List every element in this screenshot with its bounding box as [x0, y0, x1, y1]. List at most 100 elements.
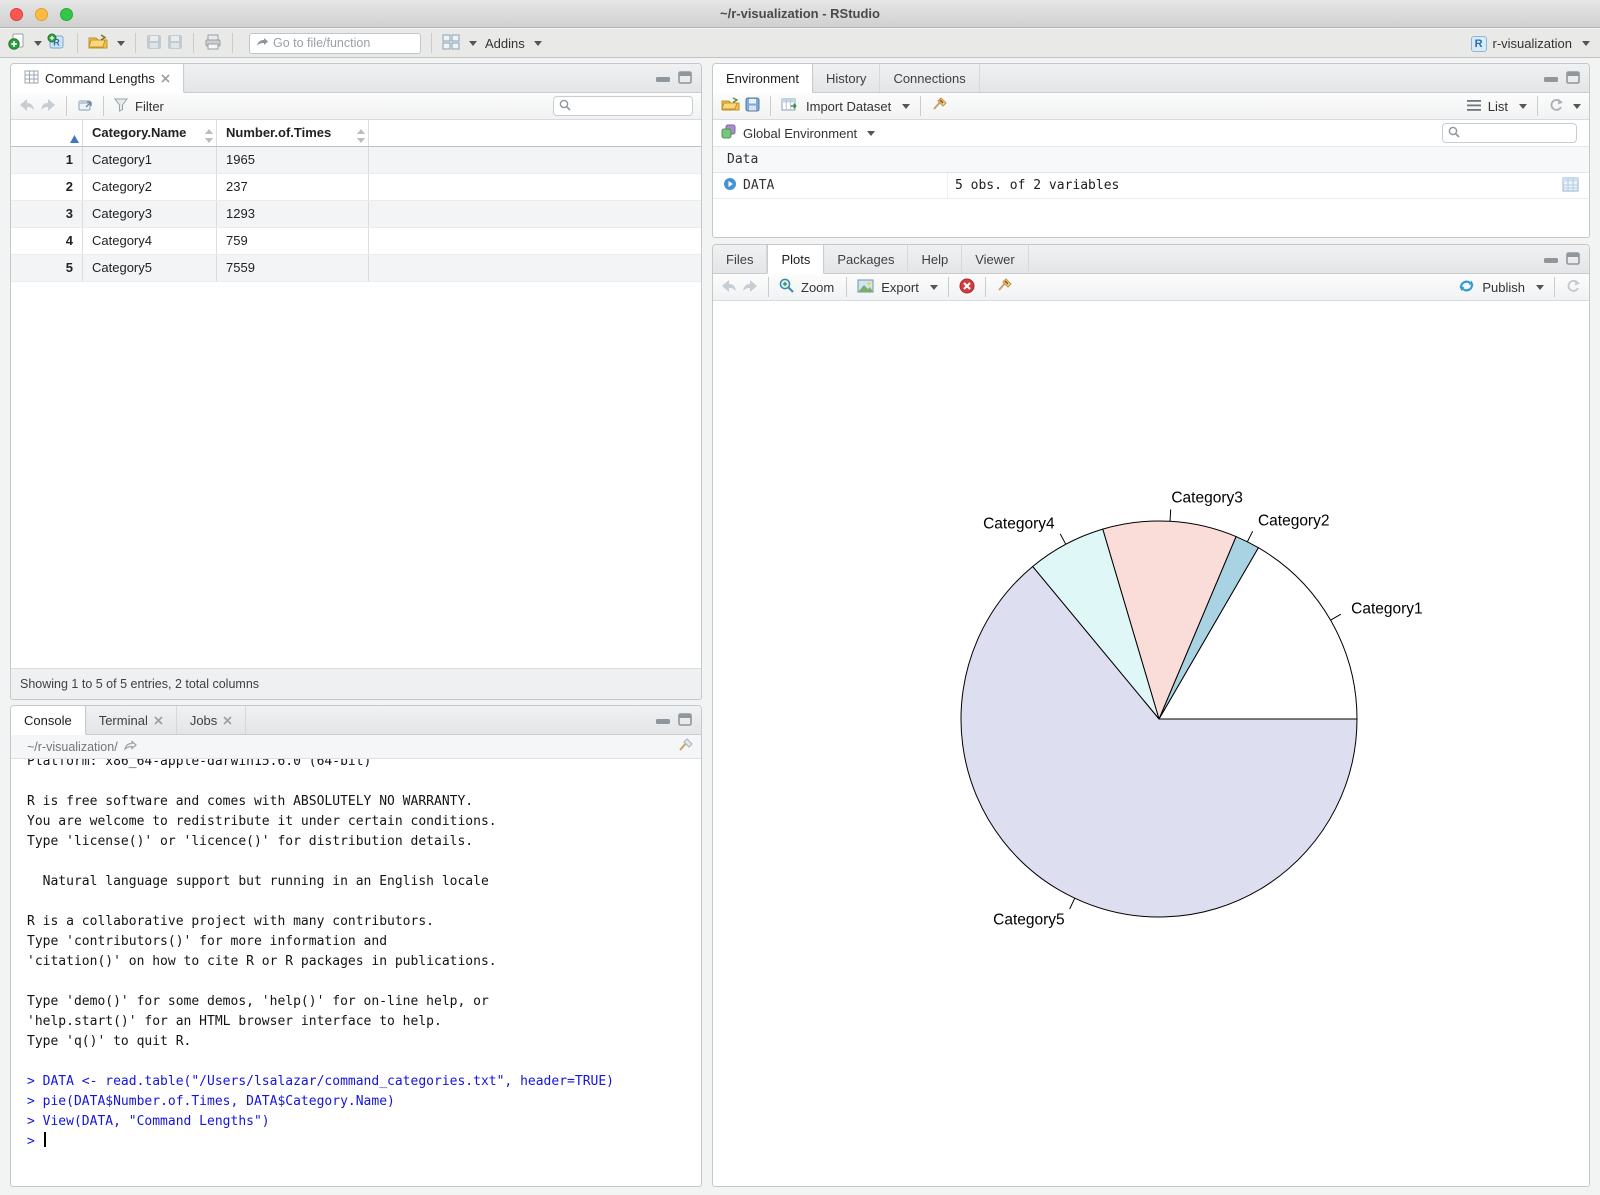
refresh-icon[interactable] — [1548, 98, 1564, 115]
panes-dropdown-caret[interactable] — [469, 40, 477, 46]
remove-plot-icon[interactable] — [959, 278, 975, 297]
plot-canvas: Category1 Category2 Category3 Category4 Cate… — [713, 301, 1589, 1186]
viewer-toolbar: Filter — [11, 93, 701, 120]
maximize-pane-icon[interactable] — [678, 70, 692, 87]
refresh-plot-icon[interactable] — [1565, 279, 1581, 296]
tab-console[interactable]: Console — [11, 706, 86, 735]
addins-caret[interactable] — [533, 40, 542, 46]
filter-label[interactable]: Filter — [135, 99, 164, 114]
zoom-window-button[interactable] — [60, 8, 73, 21]
load-workspace-icon[interactable] — [721, 97, 740, 115]
column-header-category-name[interactable]: Category.Name — [83, 120, 217, 146]
print-icon[interactable] — [204, 34, 222, 53]
close-tab-icon[interactable] — [161, 71, 170, 86]
addins-button[interactable]: Addins — [485, 36, 525, 51]
export-plot-button[interactable]: Export — [881, 280, 919, 295]
tab-files[interactable]: Files — [713, 245, 768, 273]
console-output-line: R is a collaborative project with many c… — [27, 914, 434, 929]
console-prompt[interactable]: > — [27, 1132, 701, 1152]
data-grid-icon — [24, 70, 39, 87]
new-file-icon[interactable] — [8, 33, 25, 53]
tab-command-lengths[interactable]: Command Lengths — [11, 64, 184, 93]
table-row[interactable]: 1 Category1 1965 — [11, 147, 701, 174]
list-view-button[interactable]: List — [1488, 99, 1508, 114]
export-caret[interactable] — [929, 284, 938, 290]
table-row[interactable]: 5 Category5 7559 — [11, 255, 701, 282]
save-workspace-icon[interactable] — [745, 97, 760, 115]
open-in-new-window-icon[interactable] — [77, 98, 93, 115]
publish-button[interactable]: Publish — [1482, 280, 1525, 295]
open-recent-caret[interactable] — [117, 40, 125, 46]
tab-help[interactable]: Help — [908, 245, 963, 273]
minimize-pane-icon[interactable] — [655, 71, 671, 86]
import-dataset-icon[interactable] — [781, 97, 799, 115]
environment-search-input[interactable] — [1464, 126, 1564, 140]
tab-connections[interactable]: Connections — [880, 64, 980, 92]
tab-history[interactable]: History — [813, 64, 881, 92]
clear-environment-icon[interactable] — [931, 97, 947, 115]
clear-all-plots-icon[interactable] — [996, 278, 1012, 296]
maximize-pane-icon[interactable] — [1566, 70, 1580, 87]
clear-console-icon[interactable] — [677, 737, 693, 756]
new-project-icon[interactable]: R — [47, 33, 67, 54]
publish-caret[interactable] — [1536, 284, 1544, 290]
new-file-dropdown-caret[interactable] — [34, 40, 42, 46]
tab-environment[interactable]: Environment — [713, 64, 813, 93]
maximize-pane-icon[interactable] — [678, 712, 692, 729]
back-icon — [19, 98, 35, 115]
tab-plots[interactable]: Plots — [767, 245, 825, 274]
goto-arrow-icon — [256, 36, 268, 51]
viewer-search[interactable] — [553, 96, 693, 116]
table-cell: Category4 — [83, 228, 217, 254]
project-selector[interactable]: R r-visualization — [1470, 29, 1590, 58]
environment-object-row[interactable]: DATA 5 obs. of 2 variables — [713, 173, 1589, 199]
goto-file-search[interactable] — [249, 32, 421, 54]
table-row[interactable]: 3 Category3 1293 — [11, 201, 701, 228]
open-file-icon[interactable] — [88, 33, 108, 53]
close-tab-icon[interactable] — [223, 713, 232, 728]
maximize-pane-icon[interactable] — [1566, 251, 1580, 268]
close-tab-icon[interactable] — [154, 713, 163, 728]
next-plot-icon — [742, 279, 758, 296]
tab-viewer[interactable]: Viewer — [962, 245, 1029, 273]
data-viewer-pane: Command Lengths Filter Category.Name Num… — [10, 63, 702, 700]
minimize-pane-icon[interactable] — [1543, 71, 1559, 86]
plots-tabstrip: Files Plots Packages Help Viewer — [713, 245, 1589, 274]
view-data-icon[interactable] — [1562, 177, 1579, 196]
object-summary: 5 obs. of 2 variables — [955, 178, 1120, 193]
goto-file-input[interactable] — [273, 36, 403, 50]
minimize-window-button[interactable] — [35, 8, 48, 21]
table-row[interactable]: 2 Category2 237 — [11, 174, 701, 201]
console-output[interactable]: Platform: x86_64-apple-darwin15.6.0 (64-… — [11, 759, 701, 1186]
tab-jobs[interactable]: Jobs — [177, 706, 247, 734]
expand-object-icon[interactable] — [723, 177, 737, 195]
tab-terminal[interactable]: Terminal — [86, 706, 177, 734]
table-cell: 3 — [11, 201, 83, 227]
viewer-search-input[interactable] — [575, 99, 675, 113]
working-directory: ~/r-visualization/ — [27, 739, 118, 754]
close-window-button[interactable] — [10, 8, 23, 21]
zoom-plot-button[interactable]: Zoom — [801, 280, 834, 295]
import-dataset-caret[interactable] — [902, 103, 911, 109]
zoom-plot-icon — [779, 278, 794, 296]
goto-directory-icon[interactable] — [123, 739, 137, 754]
import-dataset-button[interactable]: Import Dataset — [806, 99, 891, 114]
row-number-header[interactable] — [11, 120, 83, 146]
console-output-line: Natural language support but running in … — [27, 874, 489, 889]
environment-scope-selector[interactable]: Global Environment — [743, 126, 857, 141]
tab-packages[interactable]: Packages — [824, 245, 909, 273]
minimize-pane-icon[interactable] — [655, 713, 671, 728]
workspace-panes-icon[interactable] — [442, 34, 460, 53]
column-header-number-of-times[interactable]: Number.of.Times — [217, 120, 369, 146]
refresh-caret[interactable] — [1573, 103, 1581, 109]
table-row[interactable]: 4 Category4 759 — [11, 228, 701, 255]
list-view-caret[interactable] — [1519, 103, 1527, 109]
filter-icon[interactable] — [114, 98, 128, 115]
pie-chart: Category1 Category2 Category3 Category4 Cate… — [960, 490, 1423, 929]
table-header-row: Category.Name Number.of.Times — [11, 120, 701, 147]
console-output-line: R is free software and comes with ABSOLU… — [27, 794, 474, 809]
environment-search[interactable] — [1442, 123, 1577, 143]
minimize-pane-icon[interactable] — [1543, 252, 1559, 267]
scope-caret[interactable] — [867, 130, 876, 136]
